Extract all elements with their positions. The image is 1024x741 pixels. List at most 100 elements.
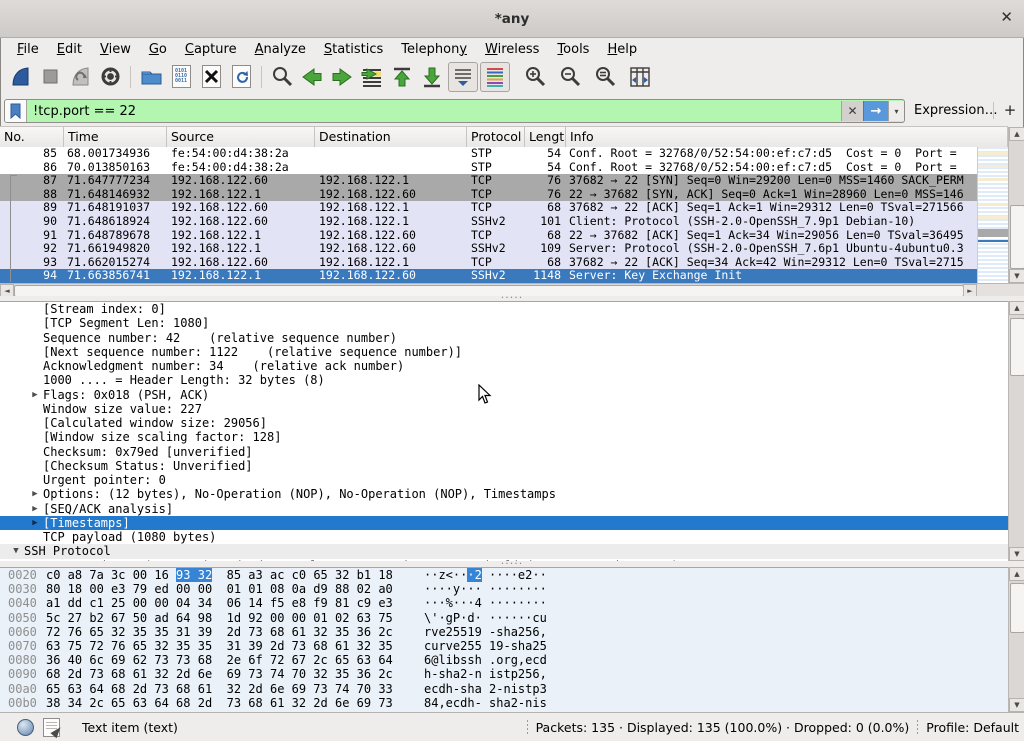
- tree-collapsed-icon[interactable]: ▶: [27, 502, 43, 516]
- column-header-length[interactable]: Length: [525, 127, 566, 147]
- packet-row[interactable]: 8871.648146932192.168.122.1192.168.122.6…: [0, 188, 977, 202]
- menu-item-edit[interactable]: Edit: [48, 40, 91, 59]
- scrollbar-thumb[interactable]: [1010, 318, 1024, 376]
- scrollbar-thumb[interactable]: [1010, 583, 1024, 633]
- scrollbar-thumb[interactable]: [1010, 205, 1024, 269]
- go-back-icon[interactable]: [298, 63, 326, 91]
- column-header-source[interactable]: Source: [167, 127, 315, 147]
- hex-row[interactable]: 00505c 27 b2 67 50 ad 64 98 1d 92 00 00 …: [0, 611, 1008, 625]
- find-packet-icon[interactable]: [268, 63, 296, 91]
- menu-item-capture[interactable]: Capture: [176, 40, 246, 59]
- add-filter-button[interactable]: +: [1001, 100, 1019, 120]
- restart-capture-icon[interactable]: [66, 63, 94, 91]
- scroll-up-icon[interactable]: ▲: [1009, 127, 1024, 141]
- display-filter-input[interactable]: !tcp.port == 22 ✕ → ▾: [4, 99, 905, 123]
- detail-tree-row[interactable]: [Window size scaling factor: 128]: [0, 430, 1008, 444]
- hex-row[interactable]: 00b038 34 2c 65 63 64 68 2d 73 68 61 32 …: [0, 696, 1008, 710]
- column-header-destination[interactable]: Destination: [315, 127, 467, 147]
- packet-row[interactable]: 8971.648191037192.168.122.60192.168.122.…: [0, 201, 977, 215]
- save-file-icon[interactable]: 010101100011: [167, 63, 195, 91]
- detail-tree-row[interactable]: [Next sequence number: 1122 (relative se…: [0, 345, 1008, 359]
- packet-row[interactable]: 9471.663856741192.168.122.1192.168.122.6…: [0, 269, 977, 283]
- detail-tree-row[interactable]: ▶Options: (12 bytes), No-Operation (NOP)…: [0, 487, 1008, 501]
- packet-row[interactable]: 8670.013850163fe:54:00:d4:38:2aSTP54Conf…: [0, 161, 977, 175]
- expert-info-icon[interactable]: [17, 719, 34, 736]
- auto-scroll-icon[interactable]: [448, 62, 478, 92]
- column-header-no[interactable]: No.: [0, 127, 64, 147]
- detail-tree-row[interactable]: Acknowledgment number: 34 (relative ack …: [0, 359, 1008, 373]
- capture-comment-icon[interactable]: [43, 718, 60, 737]
- filter-dropdown-icon[interactable]: ▾: [888, 101, 904, 121]
- menu-item-statistics[interactable]: Statistics: [315, 40, 392, 59]
- scroll-down-icon[interactable]: ▼: [1009, 547, 1024, 561]
- details-vscrollbar[interactable]: ▲ ▼: [1008, 301, 1024, 561]
- menu-item-telephony[interactable]: Telephony: [392, 40, 476, 59]
- packet-row[interactable]: 9271.661949820192.168.122.1192.168.122.6…: [0, 242, 977, 256]
- open-file-icon[interactable]: [137, 63, 165, 91]
- packet-list-hscrollbar[interactable]: ◄ ►: [0, 283, 977, 297]
- hex-row[interactable]: 006072 76 65 32 35 35 31 39 2d 73 68 61 …: [0, 625, 1008, 639]
- column-header-info[interactable]: Info: [566, 127, 1008, 147]
- hex-row[interactable]: 0040a1 dd c1 25 00 00 04 34 06 14 f5 e8 …: [0, 596, 1008, 610]
- filter-clear-icon[interactable]: ✕: [841, 101, 863, 121]
- scroll-up-icon[interactable]: ▲: [1009, 301, 1024, 315]
- column-header-time[interactable]: Time: [64, 127, 167, 147]
- detail-tree-row[interactable]: [Checksum Status: Unverified]: [0, 459, 1008, 473]
- zoom-original-icon[interactable]: [591, 63, 619, 91]
- tree-collapsed-icon[interactable]: ▶: [27, 388, 43, 402]
- filter-text[interactable]: !tcp.port == 22: [27, 104, 841, 119]
- menu-item-go[interactable]: Go: [140, 40, 176, 59]
- hex-row[interactable]: 009068 2d 73 68 61 32 2d 6e 69 73 74 70 …: [0, 667, 1008, 681]
- hex-row[interactable]: 003080 18 00 e3 79 ed 00 00 01 01 08 0a …: [0, 582, 1008, 596]
- packet-row[interactable]: 9371.662015274192.168.122.60192.168.122.…: [0, 256, 977, 270]
- detail-tree-row[interactable]: Checksum: 0x79ed [unverified]: [0, 445, 1008, 459]
- stop-capture-icon[interactable]: [36, 63, 64, 91]
- go-first-icon[interactable]: [388, 63, 416, 91]
- detail-tree-row[interactable]: ▶[SEQ/ACK analysis]: [0, 502, 1008, 516]
- packet-row[interactable]: 9171.648789678192.168.122.1192.168.122.6…: [0, 229, 977, 243]
- detail-tree-row[interactable]: [TCP Segment Len: 1080]: [0, 316, 1008, 330]
- menu-item-help[interactable]: Help: [598, 40, 646, 59]
- menu-item-tools[interactable]: Tools: [548, 40, 598, 59]
- detail-tree-row[interactable]: TCP payload (1080 bytes): [0, 530, 1008, 544]
- detail-tree-row[interactable]: 1000 .... = Header Length: 32 bytes (8): [0, 373, 1008, 387]
- profile-status[interactable]: Profile: Default: [926, 720, 1019, 735]
- packet-row[interactable]: 8771.647777234192.168.122.60192.168.122.…: [0, 174, 977, 188]
- scroll-up-icon[interactable]: ▲: [1009, 567, 1024, 581]
- tree-expanded-icon[interactable]: ▼: [8, 544, 24, 558]
- detail-tree-row[interactable]: Window size value: 227: [0, 402, 1008, 416]
- packet-row[interactable]: 9071.648618924192.168.122.60192.168.122.…: [0, 215, 977, 229]
- resize-columns-icon[interactable]: [626, 63, 654, 91]
- go-to-packet-icon[interactable]: [358, 63, 386, 91]
- hex-row[interactable]: 00a065 63 64 68 2d 73 68 61 32 2d 6e 69 …: [0, 682, 1008, 696]
- start-capture-icon[interactable]: [6, 63, 34, 91]
- menu-item-wireless[interactable]: Wireless: [476, 40, 548, 59]
- packet-row[interactable]: 8568.001734936fe:54:00:d4:38:2aSTP54Conf…: [0, 147, 977, 161]
- detail-tree-row[interactable]: Urgent pointer: 0: [0, 473, 1008, 487]
- filter-apply-icon[interactable]: →: [863, 101, 888, 121]
- hex-row[interactable]: 008036 40 6c 69 62 73 73 68 2e 6f 72 67 …: [0, 653, 1008, 667]
- scroll-down-icon[interactable]: ▼: [1009, 698, 1024, 712]
- detail-tree-row[interactable]: [Calculated window size: 29056]: [0, 416, 1008, 430]
- menu-item-view[interactable]: View: [91, 40, 140, 59]
- colorize-icon[interactable]: [480, 62, 510, 92]
- menu-item-file[interactable]: File: [8, 40, 48, 59]
- intelligent-scrollbar-minimap[interactable]: [977, 147, 1009, 283]
- menu-item-analyze[interactable]: Analyze: [246, 40, 315, 59]
- zoom-out-icon[interactable]: [556, 63, 584, 91]
- tree-collapsed-icon[interactable]: ▶: [27, 487, 43, 501]
- capture-options-icon[interactable]: [96, 63, 124, 91]
- close-file-icon[interactable]: [197, 63, 225, 91]
- detail-tree-row[interactable]: ▶Flags: 0x018 (PSH, ACK): [0, 388, 1008, 402]
- expression-button[interactable]: Expression…: [914, 103, 998, 118]
- close-window-icon[interactable]: ✕: [1000, 8, 1013, 26]
- go-forward-icon[interactable]: [328, 63, 356, 91]
- packet-list-vscrollbar[interactable]: ▲ ▼: [1008, 127, 1024, 283]
- zoom-in-icon[interactable]: [521, 63, 549, 91]
- filter-bookmark-icon[interactable]: [5, 100, 27, 122]
- bytes-vscrollbar[interactable]: ▲ ▼: [1008, 567, 1024, 712]
- scroll-down-icon[interactable]: ▼: [1009, 269, 1024, 283]
- tree-collapsed-icon[interactable]: ▶: [27, 516, 43, 530]
- hex-row[interactable]: 0020c0 a8 7a 3c 00 16 93 32 85 a3 ac c0 …: [0, 568, 1008, 582]
- detail-tree-row[interactable]: Sequence number: 42 (relative sequence n…: [0, 331, 1008, 345]
